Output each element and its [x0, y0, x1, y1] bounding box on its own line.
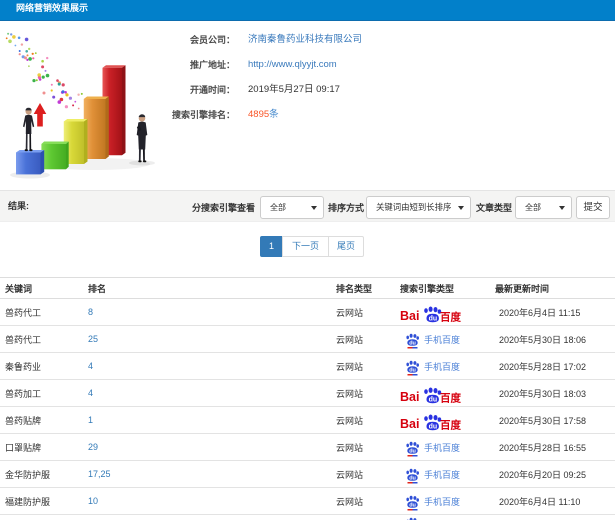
- svg-text:百度: 百度: [440, 418, 461, 431]
- svg-text:du: du: [409, 476, 416, 482]
- svg-text:du: du: [429, 315, 438, 322]
- svg-text:du: du: [429, 396, 438, 403]
- svg-text:百度: 百度: [440, 391, 461, 404]
- svg-text:du: du: [409, 341, 416, 347]
- svg-text:du: du: [409, 368, 416, 374]
- svg-text:du: du: [409, 449, 416, 455]
- svg-text:百度: 百度: [440, 310, 461, 323]
- svg-text:Bai: Bai: [400, 309, 419, 323]
- svg-text:Bai: Bai: [400, 417, 419, 431]
- svg-text:Bai: Bai: [400, 390, 419, 404]
- svg-text:du: du: [429, 423, 438, 430]
- svg-text:du: du: [409, 503, 416, 509]
